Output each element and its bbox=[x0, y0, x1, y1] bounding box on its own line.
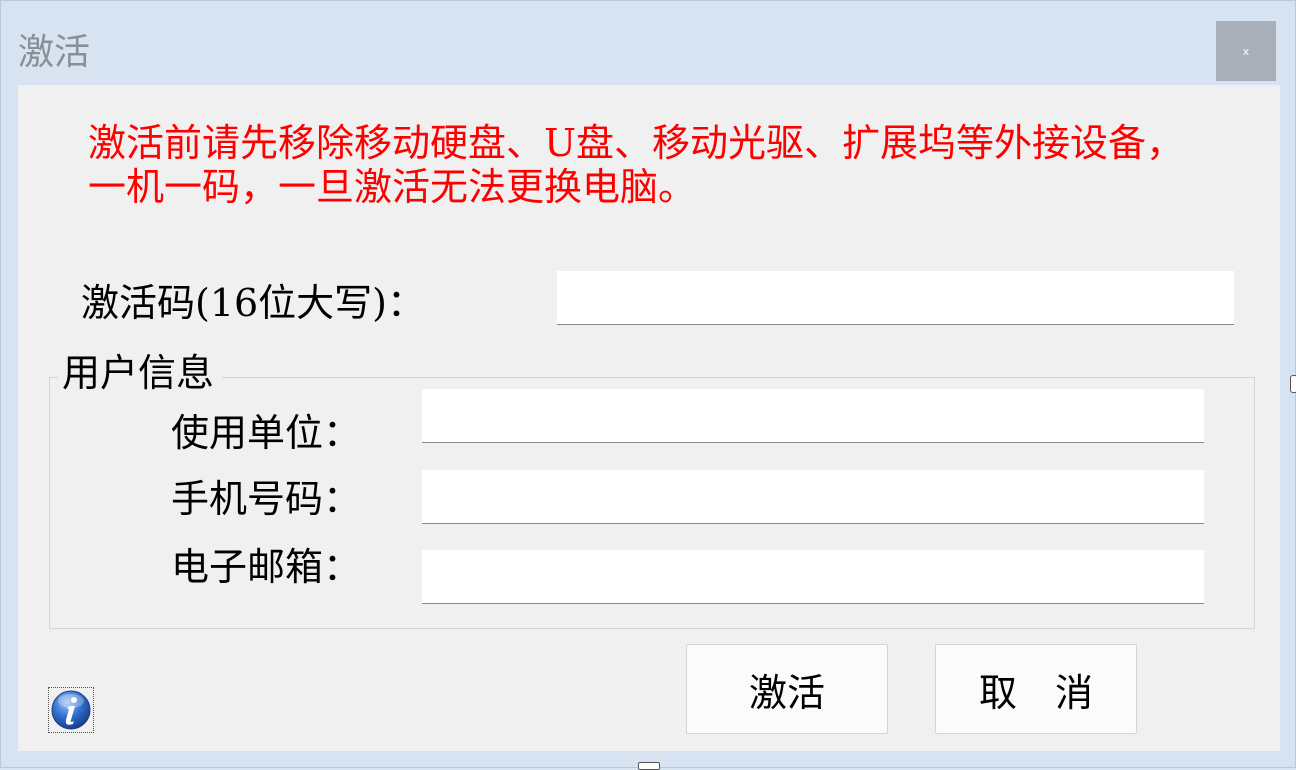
dialog-body: 激活前请先移除移动硬盘、U盘、移动光驱、扩展坞等外接设备，一机一码，一旦激活无法… bbox=[18, 85, 1280, 751]
activation-code-input[interactable] bbox=[557, 271, 1234, 325]
phone-label: 手机号码： bbox=[171, 477, 362, 521]
phone-input[interactable] bbox=[422, 470, 1204, 524]
activate-button[interactable]: 激活 bbox=[686, 644, 888, 734]
cancel-button[interactable]: 取 消 bbox=[935, 644, 1137, 734]
user-info-legend: 用户信息 bbox=[58, 351, 223, 395]
resize-handle-bottom[interactable] bbox=[638, 762, 660, 770]
close-button[interactable]: x bbox=[1216, 21, 1276, 81]
activation-dialog: 激活 x 激活前请先移除移动硬盘、U盘、移动光驱、扩展坞等外接设备，一机一码，一… bbox=[0, 0, 1296, 770]
info-icon-graphic bbox=[51, 690, 91, 730]
activation-warning: 激活前请先移除移动硬盘、U盘、移动光驱、扩展坞等外接设备，一机一码，一旦激活无法… bbox=[88, 121, 1185, 209]
window-title: 激活 bbox=[18, 32, 91, 73]
activation-code-label: 激活码(16位大写)： bbox=[81, 281, 426, 325]
email-input[interactable] bbox=[422, 550, 1204, 604]
email-label: 电子邮箱： bbox=[171, 545, 362, 589]
info-icon[interactable] bbox=[48, 687, 94, 733]
organization-input[interactable] bbox=[422, 389, 1204, 443]
organization-label: 使用单位： bbox=[171, 411, 362, 455]
resize-handle-right[interactable] bbox=[1290, 375, 1296, 393]
